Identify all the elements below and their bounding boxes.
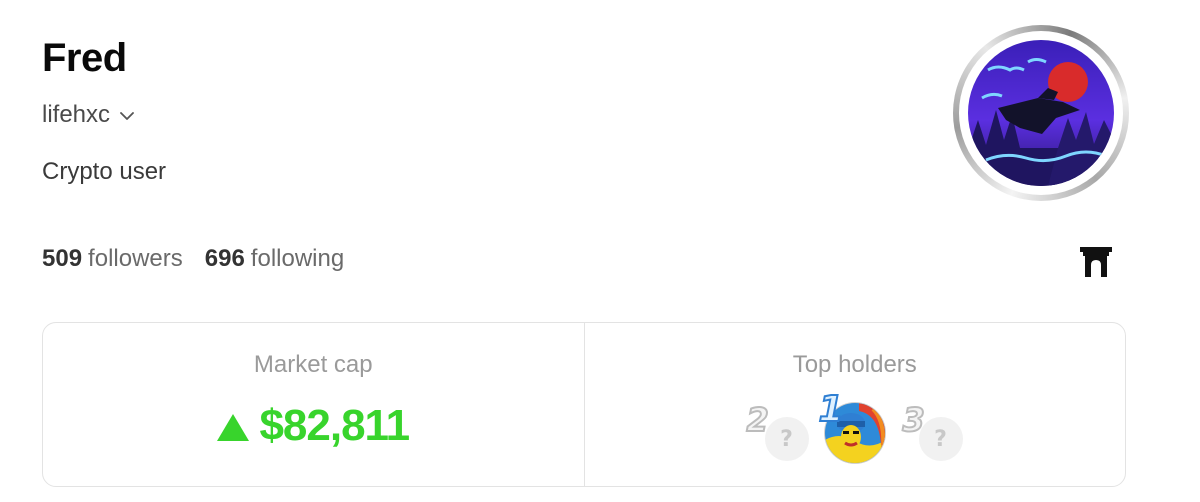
followers-count: 509 — [42, 245, 83, 272]
holder-rank-1[interactable]: 1 — [817, 388, 889, 467]
top-holders-title: Top holders — [792, 351, 917, 378]
top-holders-panel[interactable]: Top holders ? 2 1 ? 3 — [583, 323, 1126, 486]
holder-avatar-placeholder: ? — [918, 417, 963, 461]
holder-rank-3[interactable]: ? 3 — [901, 395, 963, 465]
market-cap-value: $82,811 — [259, 401, 410, 450]
followers-link[interactable]: 509 followers — [42, 245, 183, 273]
holder-rank-2[interactable]: ? 2 — [745, 395, 809, 465]
chevron-down-icon — [120, 112, 134, 120]
avatar-image — [968, 40, 1114, 186]
following-count: 696 — [204, 245, 245, 272]
following-link[interactable]: 696 following — [205, 245, 344, 273]
market-cap-panel[interactable]: Market cap $82,811 — [43, 323, 584, 486]
holder-avatar-placeholder: ? — [764, 417, 809, 461]
profile-avatar[interactable] — [953, 25, 1129, 201]
profile-name: Fred — [42, 36, 127, 80]
gate-icon[interactable] — [1080, 247, 1112, 277]
handle-switcher[interactable]: lifehxc — [42, 101, 136, 129]
market-cap-row: $82,811 — [43, 401, 584, 451]
handle-text: lifehxc — [42, 101, 111, 128]
profile-stats: 509 followers 696 following — [42, 245, 344, 273]
followers-label: followers — [88, 245, 183, 272]
stats-card: Market cap $82,811 Top holders ? 2 1 ? 3 — [42, 322, 1126, 487]
following-label: following — [250, 245, 345, 272]
unknown-holder-mark: ? — [780, 426, 793, 452]
rank-number: 3 — [901, 400, 925, 440]
trend-up-icon — [217, 413, 250, 441]
profile-bio: Crypto user — [42, 158, 167, 185]
rank-number: 1 — [817, 388, 844, 431]
top-holders-list: ? 2 1 ? 3 — [585, 388, 1126, 475]
unknown-holder-mark: ? — [934, 426, 947, 452]
rank-number: 2 — [745, 400, 769, 440]
market-cap-title: Market cap — [253, 351, 373, 378]
